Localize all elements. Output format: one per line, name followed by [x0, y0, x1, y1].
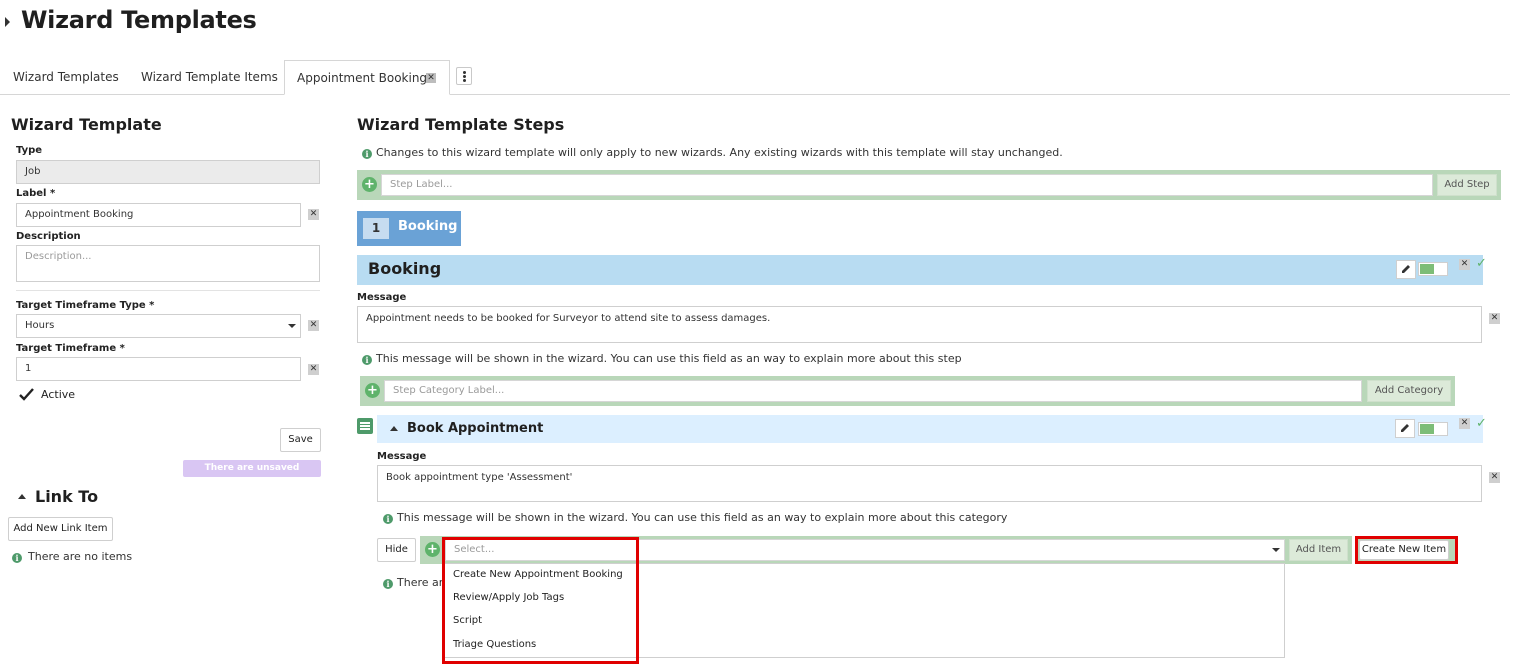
wizard-template-steps-heading: Wizard Template Steps	[357, 115, 565, 134]
more-options-icon[interactable]	[456, 67, 472, 85]
timeframe-type-value: Hours	[25, 320, 55, 331]
drag-handle-icon[interactable]	[357, 418, 373, 434]
category-message-info: This message will be shown in the wizard…	[397, 511, 1008, 524]
delete-category-icon[interactable]: ✕	[1459, 418, 1470, 429]
type-label: Type	[16, 145, 43, 156]
step-pill-name: Booking	[398, 219, 458, 234]
add-item-button[interactable]: Add Item	[1289, 539, 1348, 561]
delete-step-icon[interactable]: ✕	[1459, 259, 1470, 270]
step-message-label: Message	[357, 292, 407, 303]
save-button[interactable]: Save	[280, 428, 321, 452]
tab-wizard-template-items[interactable]: Wizard Template Items	[141, 60, 278, 94]
timeframe-type-label: Target Timeframe Type *	[16, 300, 155, 311]
highlight-box	[442, 537, 639, 664]
no-items-text: There are no items	[28, 550, 133, 563]
checkmark-icon	[19, 388, 34, 401]
step-label-input[interactable]: Step Label...	[381, 174, 1433, 196]
category-message-label: Message	[377, 451, 427, 462]
step-number: 1	[363, 218, 389, 239]
collapse-category-icon[interactable]	[390, 426, 398, 431]
category-label-input[interactable]: Step Category Label...	[384, 380, 1362, 402]
pencil-icon	[1402, 265, 1410, 273]
edit-category-button[interactable]	[1395, 419, 1415, 438]
check-icon[interactable]: ✓	[1476, 256, 1487, 271]
changes-info-text: Changes to this wizard template will onl…	[376, 146, 1063, 159]
clear-label-icon[interactable]: ✕	[308, 209, 319, 220]
add-new-link-item-button[interactable]: Add New Link Item	[8, 517, 113, 541]
pencil-icon	[1401, 424, 1409, 432]
step-title: Booking	[368, 259, 442, 278]
step-tab-booking[interactable]: 1 Booking	[357, 211, 461, 246]
step-header: Booking	[357, 255, 1483, 285]
clear-timeframe-icon[interactable]: ✕	[308, 364, 319, 375]
unsaved-changes-badge: There are unsaved changes	[183, 460, 321, 490]
active-label: Active	[41, 388, 76, 401]
clear-timeframe-type-icon[interactable]: ✕	[308, 320, 319, 331]
info-icon: i	[383, 579, 393, 589]
close-icon[interactable]: ✕	[426, 73, 436, 83]
page-title: Wizard Templates	[21, 6, 257, 34]
link-to-heading: Link To	[35, 487, 99, 506]
chevron-down-icon	[288, 324, 296, 328]
active-checkbox[interactable]	[18, 387, 35, 402]
tab-wizard-templates[interactable]: Wizard Templates	[13, 60, 119, 94]
add-category-button[interactable]: Add Category	[1367, 380, 1451, 402]
timeframe-type-select[interactable]: Hours	[16, 314, 301, 338]
plus-icon[interactable]: +	[362, 177, 377, 192]
section-divider	[16, 290, 320, 291]
timeframe-input[interactable]: 1	[16, 357, 301, 381]
description-input[interactable]: Description...	[16, 245, 320, 282]
step-message-info: This message will be shown in the wizard…	[376, 352, 962, 365]
category-header: Book Appointment	[377, 415, 1483, 443]
create-new-item-button[interactable]: Create New Item	[1359, 540, 1449, 560]
description-label: Description	[16, 231, 81, 242]
category-title: Book Appointment	[407, 421, 544, 436]
add-step-button[interactable]: Add Step	[1437, 174, 1497, 196]
info-icon: i	[362, 149, 372, 159]
label-input[interactable]: Appointment Booking	[16, 203, 301, 227]
plus-icon[interactable]: +	[425, 542, 440, 557]
category-active-toggle[interactable]	[1418, 422, 1448, 436]
clear-category-message-icon[interactable]: ✕	[1489, 472, 1500, 483]
info-icon: i	[362, 355, 372, 365]
collapse-caret-icon[interactable]	[5, 17, 10, 27]
info-icon: i	[12, 553, 22, 563]
category-message-input[interactable]: Book appointment type 'Assessment'	[377, 465, 1482, 502]
type-field: Job	[16, 160, 320, 184]
wizard-template-heading: Wizard Template	[11, 115, 162, 134]
label-label: Label *	[16, 188, 56, 199]
info-icon: i	[383, 514, 393, 524]
collapse-link-icon[interactable]	[18, 494, 26, 499]
edit-step-button[interactable]	[1396, 260, 1416, 279]
chevron-down-icon	[1272, 548, 1280, 552]
plus-icon[interactable]: +	[365, 383, 380, 398]
tab-divider	[0, 94, 1510, 95]
step-active-toggle[interactable]	[1418, 262, 1448, 276]
tab-label: Appointment Booking	[297, 71, 428, 85]
step-message-input[interactable]: Appointment needs to be booked for Surve…	[357, 306, 1482, 343]
clear-step-message-icon[interactable]: ✕	[1489, 313, 1500, 324]
hide-button[interactable]: Hide	[377, 538, 416, 562]
check-icon[interactable]: ✓	[1476, 416, 1487, 431]
timeframe-label: Target Timeframe *	[16, 343, 125, 354]
add-category-bar: + Step Category Label... Add Category	[360, 376, 1455, 406]
add-step-bar: + Step Label... Add Step	[357, 170, 1501, 200]
tab-appointment-booking[interactable]: Appointment Booking ✕	[284, 60, 450, 95]
